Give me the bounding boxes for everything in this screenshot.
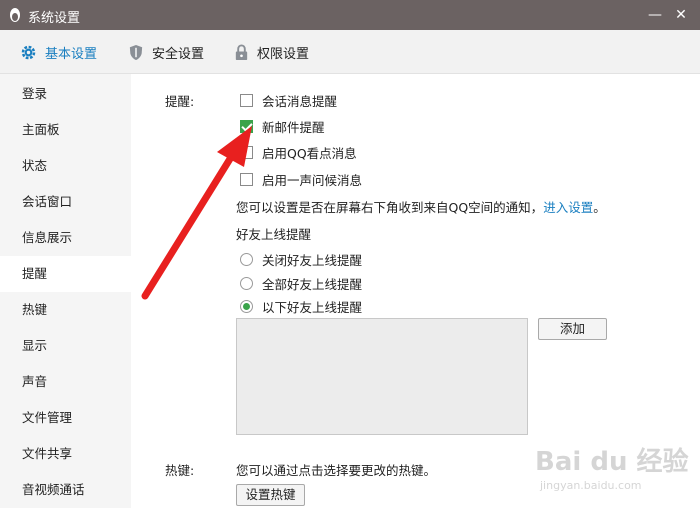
friends-listbox[interactable] <box>236 318 528 435</box>
window-title: 系统设置 <box>28 11 81 26</box>
sidebar-item-reminders[interactable]: 提醒 <box>0 256 131 292</box>
option-chat-message-reminder[interactable]: 会话消息提醒 <box>240 91 337 110</box>
sidebar-item-login[interactable]: 登录 <box>0 76 131 112</box>
sidebar-item-av-call[interactable]: 音视频通话 <box>0 472 131 508</box>
option-label: 启用一声问候消息 <box>262 173 363 188</box>
lock-icon <box>235 43 248 60</box>
option-label: 新邮件提醒 <box>262 120 325 135</box>
tab-basic-settings-label: 基本设置 <box>45 46 98 62</box>
tab-permission-settings-label: 权限设置 <box>257 46 310 62</box>
add-friend-button[interactable]: 添加 <box>538 318 607 340</box>
tab-security-settings-label: 安全设置 <box>152 46 205 62</box>
checkbox[interactable] <box>240 94 253 107</box>
qzone-notice-end: 。 <box>593 200 606 215</box>
option-label: 启用QQ看点消息 <box>262 146 357 161</box>
sidebar-item-main-panel[interactable]: 主面板 <box>0 112 131 148</box>
sidebar-item-status[interactable]: 状态 <box>0 148 131 184</box>
set-hotkey-button[interactable]: 设置热键 <box>236 484 305 506</box>
top-tab-bar: 基本设置 安全设置 权限设置 <box>0 30 700 74</box>
radio-label: 关闭好友上线提醒 <box>262 253 363 268</box>
qzone-notice-text: 您可以设置是否在屏幕右下角收到来自QQ空间的通知， <box>236 200 544 215</box>
sidebar-item-info-display[interactable]: 信息展示 <box>0 220 131 256</box>
enter-settings-link[interactable]: 进入设置 <box>543 200 593 215</box>
reminders-section-label: 提醒: <box>165 94 195 109</box>
title-bar: 系统设置 — ✕ <box>0 0 700 30</box>
qzone-notice: 您可以设置是否在屏幕右下角收到来自QQ空间的通知，进入设置。 <box>236 197 606 216</box>
annotation-arrow <box>141 126 252 300</box>
qq-penguin-icon <box>10 8 20 22</box>
sidebar-item-display[interactable]: 显示 <box>0 328 131 364</box>
watermark-url: jingyan.baidu.com <box>540 479 642 492</box>
sidebar-item-sound[interactable]: 声音 <box>0 364 131 400</box>
radio-label: 全部好友上线提醒 <box>262 277 363 292</box>
minimize-button[interactable]: — <box>646 6 664 24</box>
sidebar-item-file-sharing[interactable]: 文件共享 <box>0 436 131 472</box>
tab-basic-settings[interactable]: 基本设置 <box>20 41 97 63</box>
hotkeys-section-label: 热键: <box>165 463 195 478</box>
close-button[interactable]: ✕ <box>672 6 690 24</box>
sidebar-item-hotkeys[interactable]: 热键 <box>0 292 131 328</box>
watermark-logo: Bai du 经验 <box>535 447 689 477</box>
tab-permission-settings[interactable]: 权限设置 <box>234 41 309 63</box>
sidebar: 登录 主面板 状态 会话窗口 信息展示 提醒 热键 显示 声音 文件管理 文件共… <box>0 74 131 508</box>
hotkeys-description: 您可以通过点击选择要更改的热键。 <box>236 463 437 478</box>
sidebar-item-file-management[interactable]: 文件管理 <box>0 400 131 436</box>
shield-icon <box>129 44 143 60</box>
sidebar-item-chat-window[interactable]: 会话窗口 <box>0 184 131 220</box>
radio-label: 以下好友上线提醒 <box>262 300 363 315</box>
option-label: 会话消息提醒 <box>262 94 338 109</box>
gear-icon <box>21 45 36 59</box>
tab-security-settings[interactable]: 安全设置 <box>128 41 204 63</box>
baidu-jingyan-watermark: Bai du 经验 jingyan.baidu.com <box>530 435 695 505</box>
